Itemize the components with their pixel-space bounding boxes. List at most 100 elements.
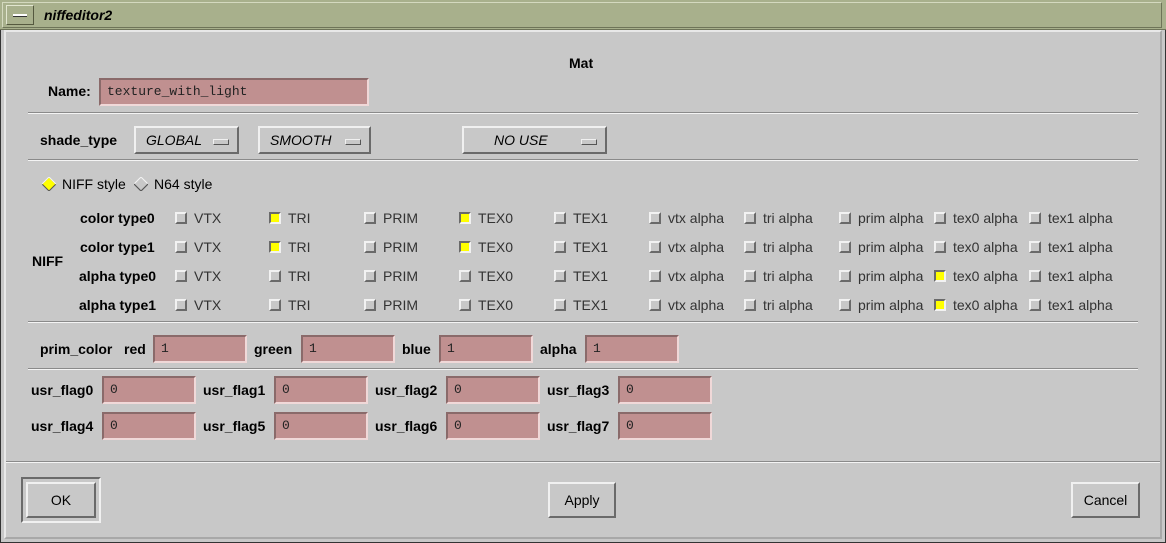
checkbox-color-type0-tex1-alpha[interactable]: tex1 alpha xyxy=(1029,210,1113,226)
name-label: Name: xyxy=(48,83,91,99)
checkbox-checked-icon xyxy=(934,299,946,311)
prim-blue-input[interactable]: 1 xyxy=(439,335,533,363)
checkbox-color-type0-prim-alpha[interactable]: prim alpha xyxy=(839,210,923,226)
checkbox-alpha-type1-vtx-alpha[interactable]: vtx alpha xyxy=(649,297,724,313)
checkbox-color-type1-prim-alpha[interactable]: prim alpha xyxy=(839,239,923,255)
cancel-button[interactable]: Cancel xyxy=(1071,482,1140,518)
checkbox-unchecked-icon xyxy=(839,270,851,282)
name-input[interactable]: texture_with_light xyxy=(99,78,369,106)
checkbox-unchecked-icon xyxy=(744,241,756,253)
checkbox-alpha-type0-tex0[interactable]: TEX0 xyxy=(459,268,513,284)
checkbox-color-type1-prim[interactable]: PRIM xyxy=(364,239,418,255)
checkbox-alpha-type1-prim-alpha[interactable]: prim alpha xyxy=(839,297,923,313)
shade-nouse-menu[interactable]: NO USE xyxy=(462,126,607,154)
checkbox-label: vtx alpha xyxy=(668,210,725,226)
checkbox-label: tex0 alpha xyxy=(953,297,1018,313)
prim-alpha-input[interactable]: 1 xyxy=(585,335,679,363)
checkbox-alpha-type1-tex1[interactable]: TEX1 xyxy=(554,297,608,313)
checkbox-alpha-type1-tri[interactable]: TRI xyxy=(269,297,311,313)
window-menu-button[interactable] xyxy=(6,5,34,25)
checkbox-color-type0-tri-alpha[interactable]: tri alpha xyxy=(744,210,813,226)
prim-blue-label: blue xyxy=(402,341,431,357)
checkbox-color-type0-tex0[interactable]: TEX0 xyxy=(459,210,513,226)
checkbox-unchecked-icon xyxy=(554,270,566,282)
checkbox-color-type1-tex0[interactable]: TEX0 xyxy=(459,239,513,255)
usr-flag3-label: usr_flag3 xyxy=(547,382,610,398)
separator xyxy=(28,368,1138,370)
usr-flag1-input[interactable]: 0 xyxy=(274,376,368,404)
checkbox-alpha-type1-tex0-alpha[interactable]: tex0 alpha xyxy=(934,297,1018,313)
prim-red-input[interactable]: 1 xyxy=(153,335,247,363)
radio-niff-style[interactable]: NIFF style xyxy=(41,176,126,192)
radio-n64-style[interactable]: N64 style xyxy=(133,176,212,192)
color-type1-label: color type1 xyxy=(80,239,155,255)
usr-flag0-label: usr_flag0 xyxy=(31,382,94,398)
usr-flag4-label: usr_flag4 xyxy=(31,418,94,434)
prim-green-input[interactable]: 1 xyxy=(301,335,395,363)
checkbox-color-type1-tex0-alpha[interactable]: tex0 alpha xyxy=(934,239,1018,255)
separator xyxy=(28,159,1138,161)
usr-flag6-input[interactable]: 0 xyxy=(446,412,540,440)
checkbox-label: prim alpha xyxy=(858,210,924,226)
usr-flag6-label: usr_flag6 xyxy=(375,418,438,434)
checkbox-unchecked-icon xyxy=(839,241,851,253)
usr-flag2-input[interactable]: 0 xyxy=(446,376,540,404)
checkbox-alpha-type1-tri-alpha[interactable]: tri alpha xyxy=(744,297,813,313)
checkbox-color-type1-tex1[interactable]: TEX1 xyxy=(554,239,608,255)
separator xyxy=(28,112,1138,114)
checkbox-label: TEX1 xyxy=(573,297,609,313)
usr-flag3-input[interactable]: 0 xyxy=(618,376,712,404)
checkbox-alpha-type0-prim-alpha[interactable]: prim alpha xyxy=(839,268,923,284)
checkbox-color-type0-tri[interactable]: TRI xyxy=(269,210,311,226)
checkbox-label: TEX0 xyxy=(478,210,514,226)
checkbox-alpha-type0-tri-alpha[interactable]: tri alpha xyxy=(744,268,813,284)
checkbox-alpha-type0-vtx[interactable]: VTX xyxy=(175,268,221,284)
checkbox-unchecked-icon xyxy=(839,299,851,311)
checkbox-alpha-type0-prim[interactable]: PRIM xyxy=(364,268,418,284)
checkbox-alpha-type1-tex1-alpha[interactable]: tex1 alpha xyxy=(1029,297,1113,313)
checkbox-label: tex0 alpha xyxy=(953,210,1018,226)
checkbox-label: prim alpha xyxy=(858,268,924,284)
checkbox-color-type1-tri[interactable]: TRI xyxy=(269,239,311,255)
usr-flag4-input[interactable]: 0 xyxy=(102,412,196,440)
checkbox-color-type0-tex1[interactable]: TEX1 xyxy=(554,210,608,226)
checkbox-alpha-type0-vtx-alpha[interactable]: vtx alpha xyxy=(649,268,724,284)
checkbox-unchecked-icon xyxy=(269,299,281,311)
checkbox-unchecked-icon xyxy=(269,270,281,282)
usr-flag0-input[interactable]: 0 xyxy=(102,376,196,404)
checkbox-alpha-type1-prim[interactable]: PRIM xyxy=(364,297,418,313)
checkbox-label: TEX0 xyxy=(478,268,514,284)
checkbox-unchecked-icon xyxy=(364,299,376,311)
separator xyxy=(6,461,1160,463)
apply-button[interactable]: Apply xyxy=(548,482,616,518)
checkbox-color-type0-vtx[interactable]: VTX xyxy=(175,210,221,226)
checkbox-alpha-type0-tex1-alpha[interactable]: tex1 alpha xyxy=(1029,268,1113,284)
checkbox-alpha-type1-tex0[interactable]: TEX0 xyxy=(459,297,513,313)
radio-unselected-icon xyxy=(133,176,149,192)
title-bar[interactable]: niffeditor2 xyxy=(0,0,1166,30)
separator xyxy=(28,321,1138,323)
checkbox-alpha-type0-tex1[interactable]: TEX1 xyxy=(554,268,608,284)
shade-global-menu[interactable]: GLOBAL xyxy=(134,126,239,154)
checkbox-alpha-type1-vtx[interactable]: VTX xyxy=(175,297,221,313)
checkbox-checked-icon xyxy=(269,212,281,224)
checkbox-alpha-type0-tex0-alpha[interactable]: tex0 alpha xyxy=(934,268,1018,284)
checkbox-color-type1-vtx-alpha[interactable]: vtx alpha xyxy=(649,239,724,255)
checkbox-label: tex0 alpha xyxy=(953,268,1018,284)
checkbox-color-type1-tri-alpha[interactable]: tri alpha xyxy=(744,239,813,255)
checkbox-color-type0-tex0-alpha[interactable]: tex0 alpha xyxy=(934,210,1018,226)
checkbox-color-type1-vtx[interactable]: VTX xyxy=(175,239,221,255)
checkbox-label: tri alpha xyxy=(763,239,813,255)
usr-flag5-input[interactable]: 0 xyxy=(274,412,368,440)
checkbox-label: TEX1 xyxy=(573,268,609,284)
radio-selected-icon xyxy=(41,176,57,192)
ok-button[interactable]: OK xyxy=(26,482,96,518)
usr-flag7-input[interactable]: 0 xyxy=(618,412,712,440)
checkbox-color-type0-prim[interactable]: PRIM xyxy=(364,210,418,226)
checkbox-label: tex1 alpha xyxy=(1048,297,1113,313)
checkbox-color-type1-tex1-alpha[interactable]: tex1 alpha xyxy=(1029,239,1113,255)
checkbox-color-type0-vtx-alpha[interactable]: vtx alpha xyxy=(649,210,724,226)
shade-smooth-menu[interactable]: SMOOTH xyxy=(258,126,371,154)
checkbox-alpha-type0-tri[interactable]: TRI xyxy=(269,268,311,284)
checkbox-label: PRIM xyxy=(383,297,418,313)
